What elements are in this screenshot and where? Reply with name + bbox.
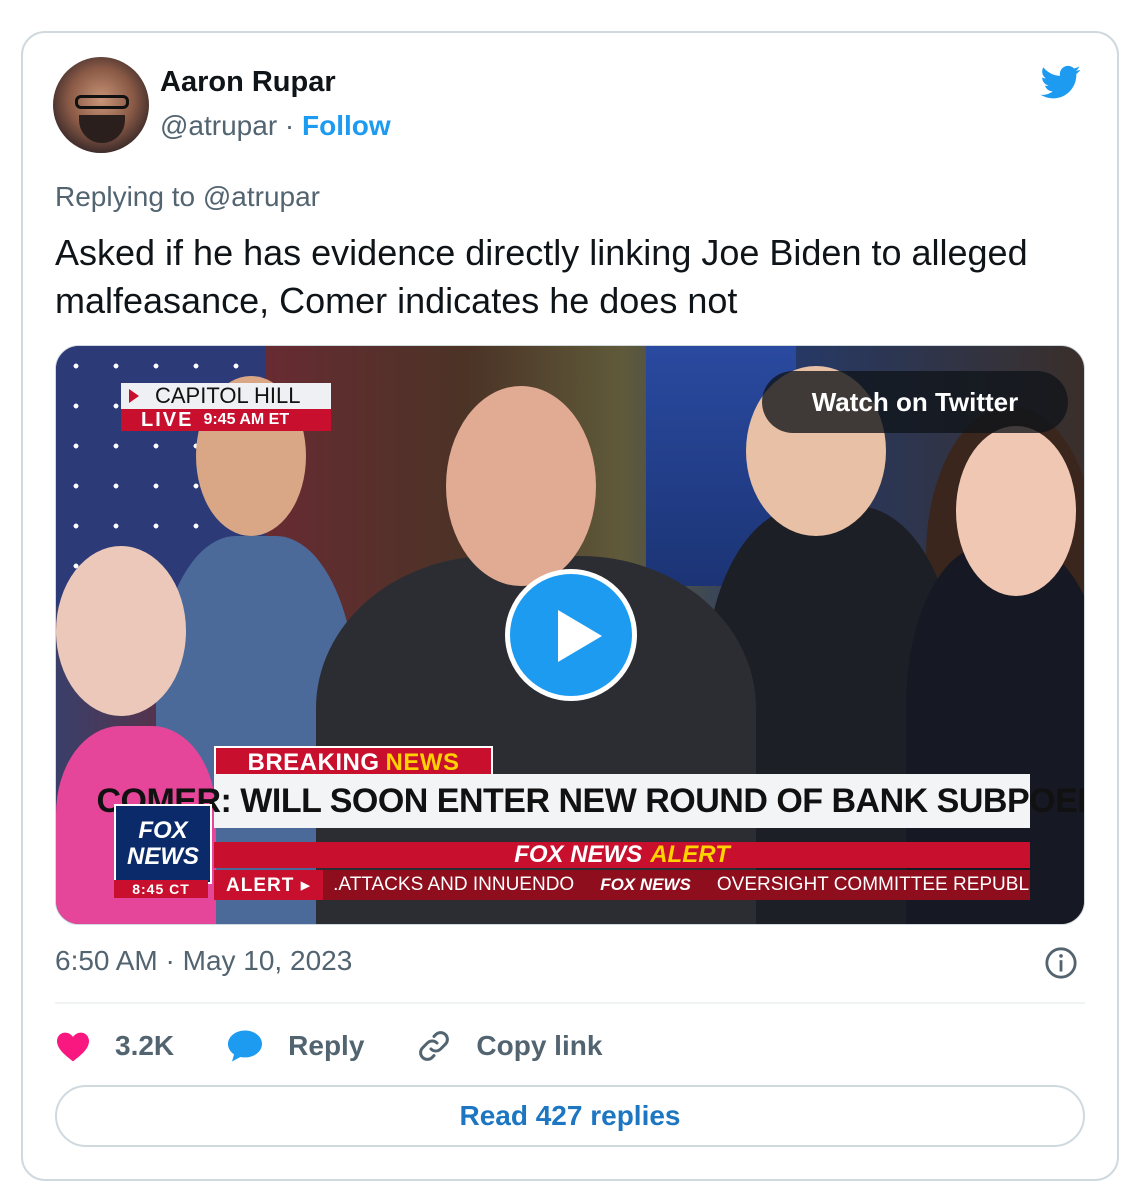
avatar[interactable] [53, 57, 149, 153]
like-count: 3.2K [115, 1030, 175, 1061]
ticker-item: OVERSIGHT COMMITTEE REPUBLICAN [716, 874, 1030, 895]
handle-separator: · [284, 110, 295, 141]
ticker-tag: ALERT ▸ [214, 870, 324, 900]
copy-link-label: Copy link [476, 1030, 603, 1061]
video-player[interactable]: CAPITOL HILL LIVE 9:45 AM ET Watch on Tw… [55, 345, 1085, 925]
divider [55, 1002, 1085, 1004]
chyron-headline: COMER: WILL SOON ENTER NEW ROUND OF BANK… [96, 774, 1084, 828]
watch-on-twitter-button[interactable]: Watch on Twitter [762, 371, 1068, 433]
location-top: CAPITOL HILL [121, 383, 331, 409]
tweet-timestamp[interactable]: 6:50 AM · May 10, 2023 [55, 945, 352, 977]
author-name[interactable]: Aaron Rupar [160, 66, 336, 99]
live-bar: LIVE 9:45 AM ET [121, 409, 331, 431]
read-replies-button[interactable]: Read 427 replies [55, 1085, 1085, 1147]
location-label: CAPITOL HILL LIVE 9:45 AM ET [121, 383, 331, 431]
replying-to[interactable]: Replying to @atrupar [55, 181, 320, 213]
like-button[interactable]: 3.2K [55, 1030, 174, 1062]
heart-icon [57, 1032, 89, 1062]
speech-bubble-icon [228, 1030, 263, 1062]
tweet-text: Asked if he has evidence directly linkin… [55, 232, 1028, 321]
person-head [446, 386, 596, 586]
follow-button[interactable]: Follow [302, 110, 391, 141]
twitter-bird-icon[interactable] [1037, 62, 1085, 102]
live-time: 9:45 AM ET [203, 411, 290, 428]
ticker-brand: FOX NEWS [600, 875, 691, 894]
news-text: NEWS [385, 749, 460, 776]
location-text: CAPITOL HILL [155, 383, 301, 408]
news-ticker: ALERT ▸ .ATTACKS AND INNUENDO FOX NEWS O… [214, 870, 1030, 900]
ticker-item: .ATTACKS AND INNUENDO [333, 874, 575, 895]
play-icon [558, 610, 602, 662]
logo-time: 8:45 CT [114, 880, 208, 898]
live-text: LIVE [141, 408, 194, 431]
avatar-beard [79, 115, 125, 143]
copy-link-button[interactable]: Copy link [416, 1028, 602, 1064]
fox-news-alert-bar: FOX NEWS ALERT [214, 841, 1030, 868]
author-handle[interactable]: @atrupar [160, 110, 277, 141]
reply-label: Reply [288, 1030, 365, 1061]
person-body [906, 546, 1084, 924]
author-handle-row: @atrupar · Follow [160, 110, 391, 142]
action-bar: 3.2K Reply Copy link [55, 1024, 654, 1068]
reply-button[interactable]: Reply [226, 1029, 364, 1063]
logo-line-1: FOX [138, 817, 188, 844]
person-head [56, 546, 186, 716]
info-icon[interactable] [1044, 946, 1078, 980]
person-head [956, 426, 1076, 596]
link-icon [419, 1031, 450, 1061]
location-triangle-icon [129, 389, 139, 403]
fox-news-logo: FOX NEWS [114, 804, 212, 884]
play-button[interactable] [505, 569, 637, 701]
avatar-glasses [75, 95, 129, 109]
logo-line-2: NEWS [127, 843, 199, 870]
alert-brand: FOX NEWS [514, 841, 643, 868]
alert-word: ALERT [650, 841, 730, 868]
breaking-text: BREAKING [247, 749, 380, 776]
